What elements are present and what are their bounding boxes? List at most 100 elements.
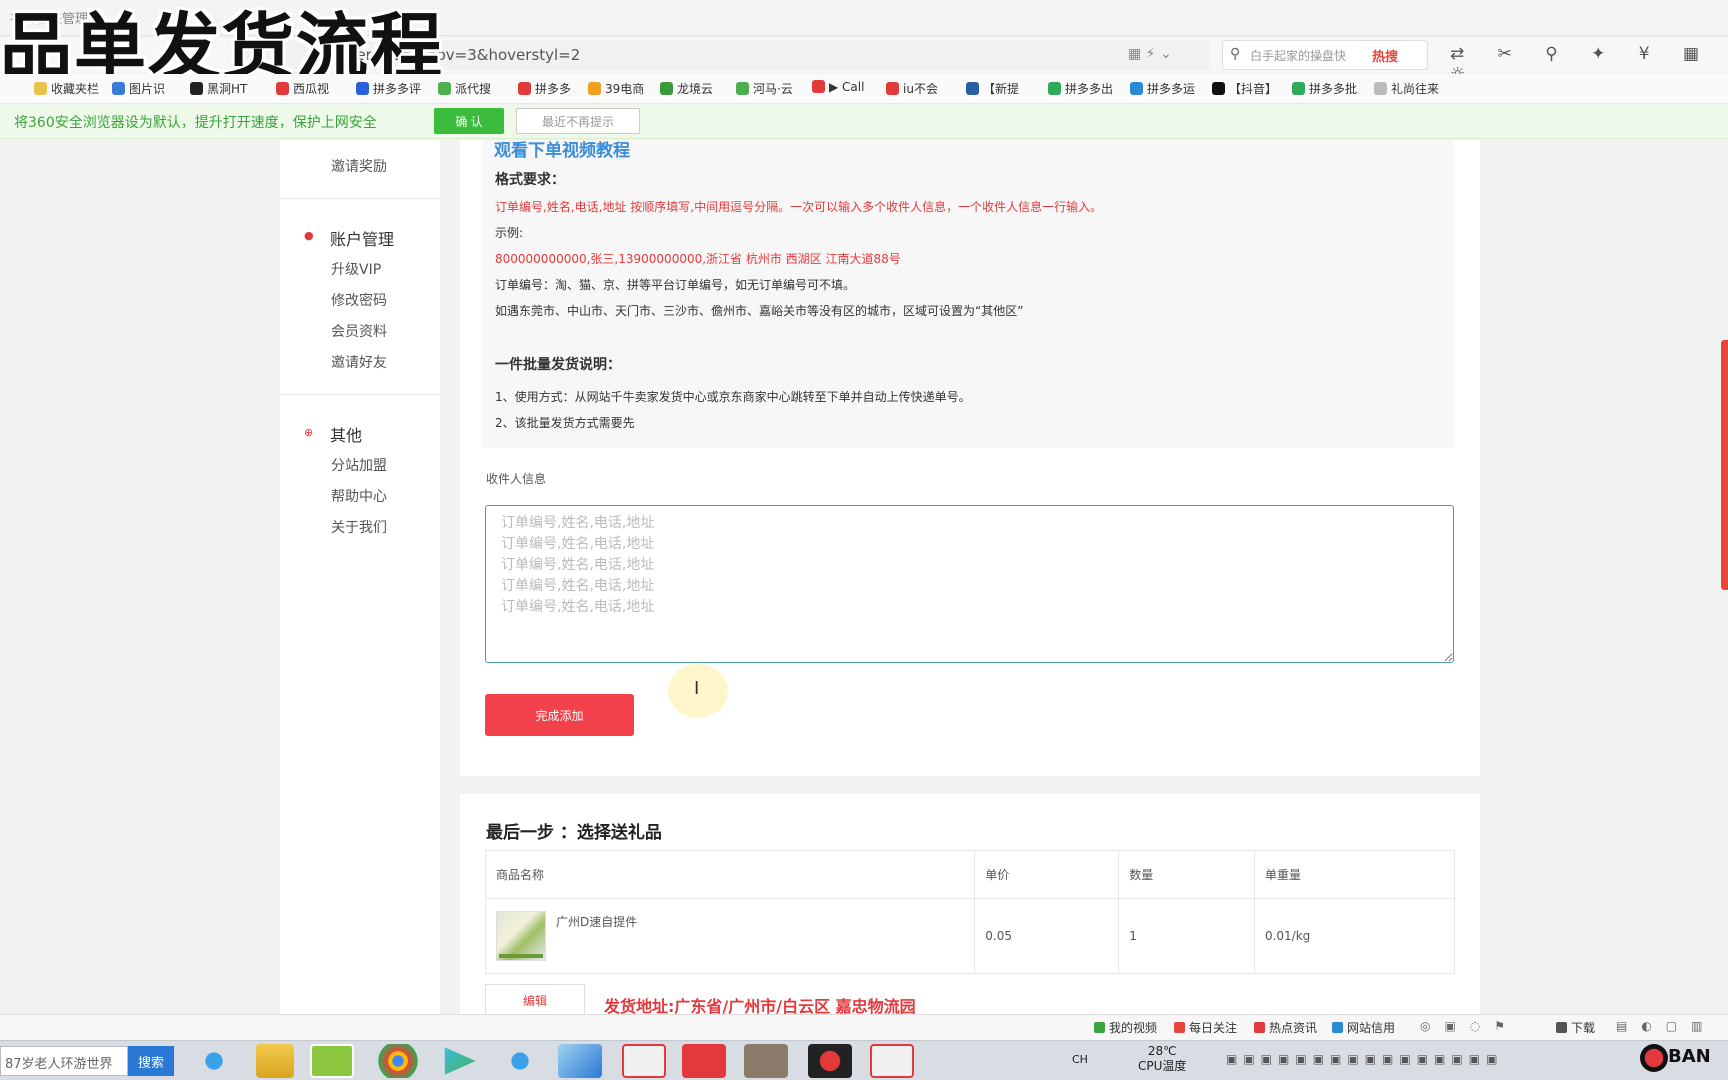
bookmark-label: 收藏夹栏 (51, 82, 100, 96)
taskbar-search-input[interactable]: 87岁老人环游世界 (0, 1046, 128, 1076)
sidebar-item-member-profile[interactable]: 会员资料 (331, 321, 387, 341)
bookmark-item[interactable]: 39电商 (588, 80, 644, 97)
sidebar-item-invite-friends[interactable]: 邀请好友 (331, 352, 387, 372)
video-tutorial-link[interactable]: 观看下单视频教程 (494, 136, 630, 161)
bookmark-label: 拼多多批 (1309, 82, 1358, 96)
bookmark-item[interactable]: 礼尚往来 (1374, 80, 1439, 97)
bookmark-item[interactable]: 拼多多 (518, 80, 571, 97)
col-header-price: 单价 (974, 850, 1120, 899)
goods-weight: 0.01/kg (1253, 898, 1456, 974)
app-icon[interactable] (558, 1044, 602, 1078)
status-item-icon (1556, 1022, 1567, 1033)
goods-name-cell: 广州D速自提件 (484, 898, 976, 974)
chrome-icon[interactable] (376, 1044, 420, 1078)
bookmark-item[interactable]: 黑洞HT (190, 80, 247, 97)
sidebar-item-franchise[interactable]: 分站加盟 (331, 455, 387, 475)
tray-icons[interactable]: ▣▣▣▣▣▣▣▣▣▣▣▣▣▣▣▣ (1226, 1052, 1503, 1066)
bookmark-icon (660, 82, 673, 95)
user-icon: ● (304, 229, 314, 242)
edit-address-button[interactable]: 编辑 (485, 984, 585, 1016)
bookmark-label: ▶ Call (829, 80, 865, 94)
edge-icon[interactable] (498, 1044, 542, 1078)
bookmark-item[interactable]: iu不会 (886, 80, 938, 97)
bookmark-item[interactable]: 拼多多评 (356, 80, 421, 97)
ie-icon[interactable] (192, 1044, 236, 1078)
other-icon: ⊕ (304, 426, 314, 439)
bookmark-item[interactable]: 拼多多运 (1130, 80, 1195, 97)
taskbar-search-button[interactable]: 搜索 (128, 1046, 174, 1076)
textarea-placeholder-line: 订单编号,姓名,电话,地址 (501, 599, 655, 615)
status-item-icon (1094, 1022, 1105, 1033)
textarea-placeholder-line: 订单编号,姓名,电话,地址 (501, 515, 655, 531)
browser-search-placeholder: 白手起家的操盘快 (1250, 49, 1347, 63)
table-row[interactable]: 广州D速自提件 0.05 1 0.01/kg (484, 898, 1456, 974)
bookmark-icon (438, 82, 451, 95)
status-item-label: 下载 (1571, 1021, 1596, 1035)
sidebar-item-about-us[interactable]: 关于我们 (331, 517, 387, 537)
product-thumbnail (496, 911, 546, 961)
status-item[interactable]: 网站信用 (1332, 1019, 1395, 1036)
bookmark-label: 图片识 (129, 82, 166, 96)
bookmark-item[interactable]: ▶ Call (812, 80, 864, 94)
bookmark-label: 拼多多评 (373, 82, 422, 96)
recipient-label: 收件人信息 (486, 472, 547, 486)
bookmark-label: 拼多多出 (1065, 82, 1114, 96)
avatar-app-icon[interactable] (744, 1044, 788, 1078)
search-icon[interactable]: ⚲ (1230, 46, 1240, 62)
finish-add-button[interactable]: 完成添加 (485, 694, 634, 736)
bookmark-item[interactable]: 【抖音】 (1212, 80, 1277, 97)
bookmark-item[interactable]: 图片识 (112, 80, 165, 97)
side-float-tab[interactable] (1721, 340, 1728, 590)
app-icon[interactable] (870, 1044, 914, 1078)
bookmark-item[interactable]: 西瓜视 (276, 80, 329, 97)
bookmark-icon (190, 82, 203, 95)
bookmark-icon (276, 82, 289, 95)
bookmark-item[interactable]: 河马·云 (736, 80, 793, 97)
record-tray-icon[interactable] (1640, 1044, 1668, 1072)
col-header-name: 商品名称 (484, 850, 976, 899)
status-item-label: 网站信用 (1347, 1021, 1396, 1035)
infobar-text: 将360安全浏览器设为默认，提升打开速度，保护上网安全 (14, 115, 377, 131)
status-tool-icons[interactable]: ◎▣◌⚑ (1420, 1019, 1519, 1033)
goods-qty: 1 (1118, 898, 1255, 974)
file-explorer-icon[interactable] (256, 1044, 294, 1078)
bookmark-icon (112, 82, 125, 95)
bookmark-item[interactable]: 拼多多出 (1048, 80, 1113, 97)
example-value: 800000000000,张三,13900000000,浙江省 杭州市 西湖区 … (495, 252, 901, 266)
status-item[interactable]: 每日关注 (1174, 1019, 1237, 1036)
record-icon[interactable] (808, 1044, 852, 1078)
status-item[interactable]: 我的视频 (1094, 1019, 1157, 1036)
bookmark-item[interactable]: 收藏夹栏 (34, 80, 99, 97)
bookmark-item[interactable]: 【新提 (966, 80, 1019, 97)
sidebar-item-change-password[interactable]: 修改密码 (331, 290, 387, 310)
textarea-placeholder-line: 订单编号,姓名,电话,地址 (501, 557, 655, 573)
infobar-dismiss-button[interactable]: 最近不再提示 (516, 108, 640, 134)
app-icon[interactable] (622, 1044, 666, 1078)
sidebar-item-invite-reward[interactable]: 邀请奖励 (331, 156, 387, 176)
bookmark-item[interactable]: 派代搜 (438, 80, 491, 97)
bookmark-icon (1048, 82, 1061, 95)
wps-icon[interactable] (682, 1044, 726, 1078)
url-actions-icons[interactable]: ▦ ⚡ ⌄ (1128, 46, 1172, 62)
cpu-temperature: 28℃ CPU温度 (1138, 1044, 1186, 1074)
city-district-note: 如遇东莞市、中山市、天门市、三沙市、儋州市、嘉峪关市等没有区的城市，区域可设置为… (495, 304, 1024, 318)
sidebar-divider (280, 394, 440, 395)
status-item-label: 我的视频 (1109, 1021, 1158, 1035)
status-window-icons[interactable]: ▤◐▢▥ (1616, 1019, 1716, 1033)
batch-usage-1: 1、使用方式：从网站千牛卖家发货中心或京东商家中心跳转至下单并自动上传快递单号。 (495, 390, 971, 404)
bookmark-icon (736, 82, 749, 95)
table-header-row: 商品名称 单价 数量 单重量 (484, 850, 1456, 899)
infobar-confirm-button[interactable]: 确 认 (434, 108, 504, 134)
textarea-placeholder-line: 订单编号,姓名,电话,地址 (501, 536, 655, 552)
hot-search-label[interactable]: 热搜 (1372, 46, 1398, 65)
bookmark-item[interactable]: 拼多多批 (1292, 80, 1357, 97)
status-item-icon (1254, 1022, 1265, 1033)
ime-indicator[interactable]: CH (1072, 1053, 1088, 1066)
360-browser-icon[interactable] (310, 1044, 354, 1078)
bookmark-icon (356, 82, 369, 95)
sidebar-item-upgrade-vip[interactable]: 升级VIP (331, 259, 381, 279)
status-item[interactable]: 热点资讯 (1254, 1019, 1317, 1036)
bookmark-item[interactable]: 龙境云 (660, 80, 713, 97)
status-item[interactable]: 下载 (1556, 1019, 1595, 1036)
sidebar-item-help-center[interactable]: 帮助中心 (331, 486, 387, 506)
